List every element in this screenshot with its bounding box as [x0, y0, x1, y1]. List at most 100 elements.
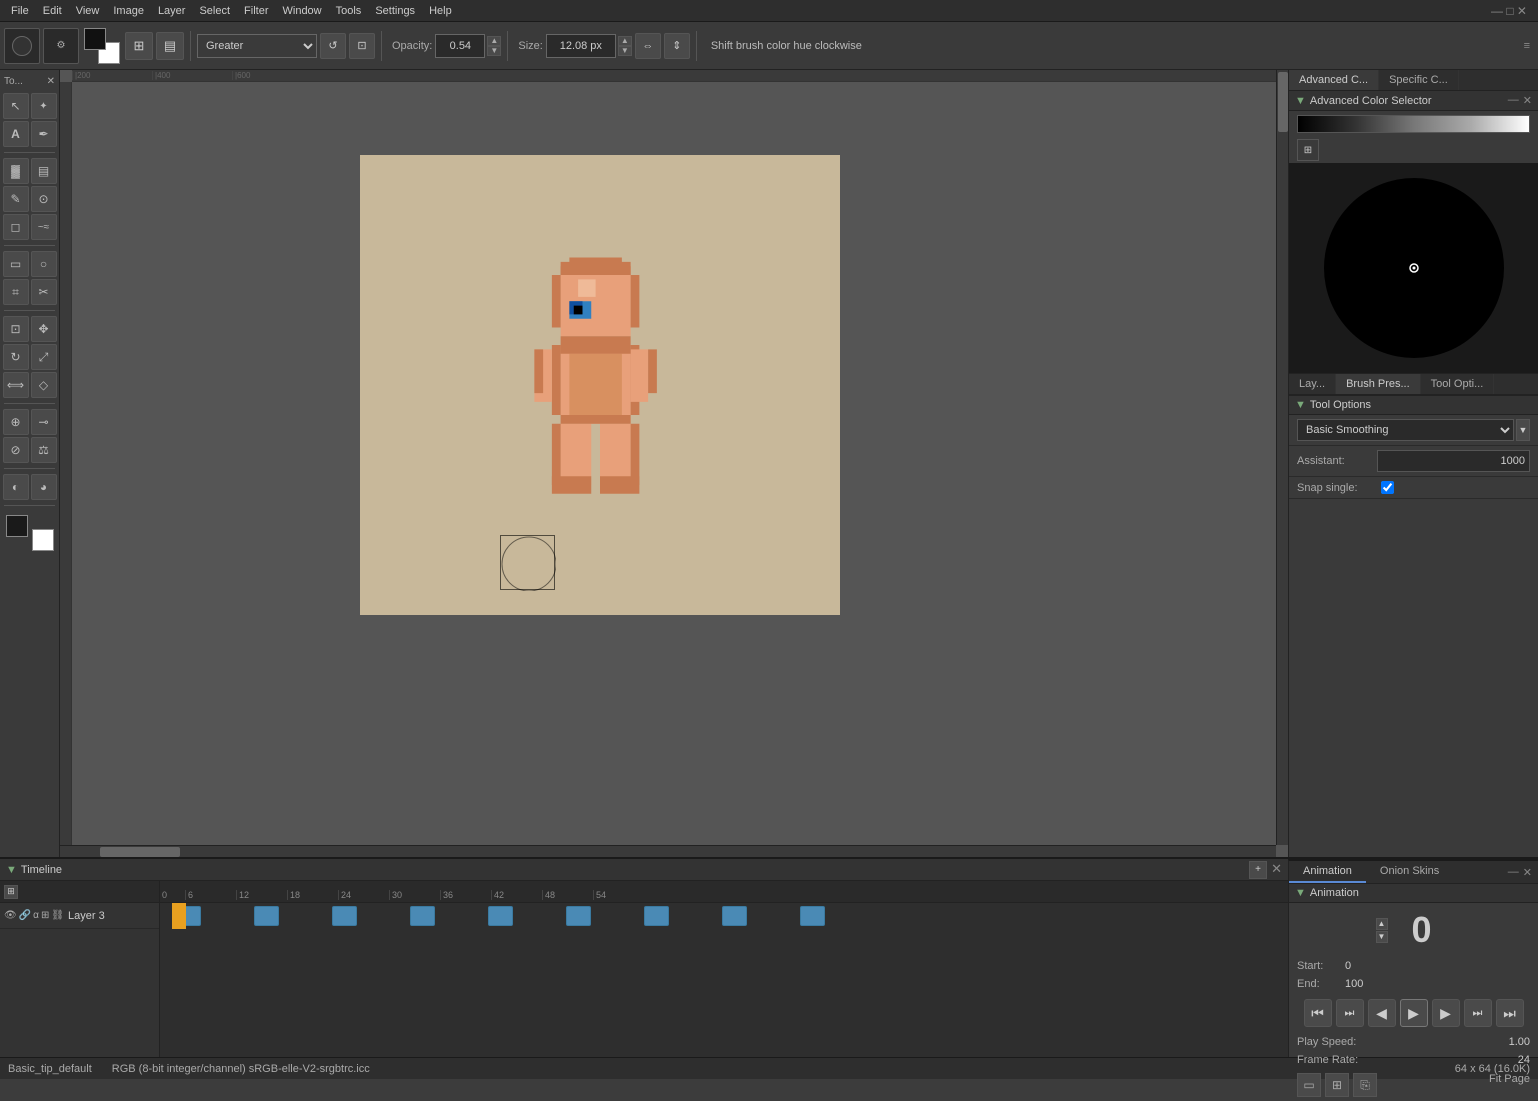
smoothing-select[interactable]: Basic Smoothing No Smoothing Smooth	[1297, 419, 1514, 441]
frame-cell-2[interactable]	[228, 906, 253, 926]
fg-color-swatch[interactable]	[84, 28, 106, 50]
dodge-tool[interactable]: ◐	[3, 474, 29, 500]
crop-tool[interactable]: ⊡	[3, 316, 29, 342]
eraser-tool[interactable]: ◻	[3, 214, 29, 240]
menu-view[interactable]: View	[69, 3, 107, 19]
frame-cell-9[interactable]	[410, 906, 435, 926]
timeline-options-btn[interactable]: ⊞	[4, 885, 18, 899]
scissors-tool[interactable]: ✂	[31, 279, 57, 305]
frame-cell-18[interactable]	[644, 906, 669, 926]
anim-prev-keyframe[interactable]: ⏭	[1336, 999, 1364, 1027]
flip-horizontal-btn[interactable]: ⇔	[635, 33, 661, 59]
timeline-collapse[interactable]: ▼	[6, 864, 17, 876]
gradient-strip[interactable]	[1297, 115, 1530, 133]
frame-cell-17[interactable]	[618, 906, 643, 926]
menu-file[interactable]: File	[4, 3, 36, 19]
path-tool[interactable]: ✒	[31, 121, 57, 147]
h-scroll-thumb[interactable]	[100, 847, 180, 857]
smudge-tool[interactable]: ~≈	[31, 214, 57, 240]
assistant-input[interactable]	[1377, 450, 1530, 472]
frame-cell-7[interactable]	[358, 906, 383, 926]
menu-window[interactable]: Window	[276, 3, 329, 19]
brush-options-btn[interactable]: ⚙	[43, 28, 79, 64]
fg-color[interactable]	[6, 515, 28, 537]
frame-cell-21[interactable]	[722, 906, 747, 926]
tab-specific-color[interactable]: Specific C...	[1379, 70, 1459, 90]
canvas-scrollbar-h[interactable]	[60, 845, 1276, 857]
frame-cell-23[interactable]	[774, 906, 799, 926]
opacity-input[interactable]	[435, 34, 485, 58]
anim-step-fwd[interactable]: ▶	[1432, 999, 1460, 1027]
scale-tool[interactable]: ⤢	[31, 344, 57, 370]
anim-icon-2[interactable]: ⊞	[1325, 1073, 1349, 1097]
frame-cell-3[interactable]	[254, 906, 279, 926]
text-tool[interactable]: A	[3, 121, 29, 147]
collapse-icon[interactable]: ▼	[1295, 95, 1306, 107]
gradient-tool[interactable]: ▤	[31, 158, 57, 184]
tool-opts-collapse[interactable]: ▼	[1295, 399, 1306, 411]
menu-layer[interactable]: Layer	[151, 3, 193, 19]
frame-cell-22[interactable]	[748, 906, 773, 926]
layer-lock[interactable]: 🔗	[19, 910, 31, 921]
tool-options-btn[interactable]: ⊞	[125, 32, 153, 60]
frame-cell-13[interactable]	[514, 906, 539, 926]
frame-cell-6[interactable]	[332, 906, 357, 926]
anim-tab-animation[interactable]: Animation	[1289, 861, 1366, 883]
document-canvas[interactable]	[360, 155, 840, 615]
canvas-area[interactable]: |200 |400 |600	[60, 70, 1288, 857]
anim-icon-3[interactable]: ⎘	[1353, 1073, 1377, 1097]
frame-cell-5[interactable]	[306, 906, 331, 926]
size-up[interactable]: ▲	[618, 36, 632, 46]
timeline-close[interactable]: ✕	[1271, 861, 1282, 879]
tab-brush-presets[interactable]: Brush Pres...	[1336, 374, 1421, 394]
v-scroll-thumb[interactable]	[1278, 72, 1288, 132]
frame-cell-16[interactable]	[592, 906, 617, 926]
size-down[interactable]: ▼	[618, 46, 632, 56]
anim-play[interactable]: ▶	[1400, 999, 1428, 1027]
tab-advanced-color[interactable]: Advanced C...	[1289, 70, 1379, 90]
blend-mode-select[interactable]: Greater Normal Multiply Screen	[197, 34, 317, 58]
menu-tools[interactable]: Tools	[329, 3, 369, 19]
snap-checkbox[interactable]	[1381, 481, 1394, 494]
zoom-tool[interactable]: ⊕	[3, 409, 29, 435]
timeline-add-btn[interactable]: +	[1249, 861, 1267, 879]
anim-tab-onion[interactable]: Onion Skins	[1366, 861, 1453, 883]
free-select-tool[interactable]: ⌗	[3, 279, 29, 305]
layer-options[interactable]: ⊞	[41, 910, 49, 921]
anim-panel-minimize[interactable]: —	[1508, 866, 1519, 878]
tool-settings-btn[interactable]: ▤	[156, 32, 184, 60]
anim-step-back[interactable]: ◀	[1368, 999, 1396, 1027]
opacity-up[interactable]: ▲	[487, 36, 501, 46]
perspective-tool[interactable]: ◇	[31, 372, 57, 398]
frame-cell-8[interactable]	[384, 906, 409, 926]
anim-collapse[interactable]: ▼	[1295, 887, 1306, 899]
anim-panel-close[interactable]: ✕	[1523, 866, 1532, 879]
airbrush-tool[interactable]: ⊙	[31, 186, 57, 212]
frame-cell-20[interactable]	[696, 906, 721, 926]
ellipse-select-tool[interactable]: ○	[31, 251, 57, 277]
frame-cell-12[interactable]	[488, 906, 513, 926]
menu-filter[interactable]: Filter	[237, 3, 275, 19]
current-frame-marker[interactable]	[172, 903, 186, 929]
frame-cell-1[interactable]	[202, 906, 227, 926]
color-mode-icon[interactable]: ⊞	[1297, 139, 1319, 161]
pencil-tool[interactable]: ✎	[3, 186, 29, 212]
lock-btn[interactable]: ⊡	[349, 33, 375, 59]
toolbox-close[interactable]: ✕	[47, 76, 55, 87]
fit-page-btn[interactable]: Fit Page	[1489, 1073, 1530, 1097]
frame-cell-11[interactable]	[462, 906, 487, 926]
layer-visibility[interactable]: 👁	[4, 910, 17, 921]
panel-close[interactable]: ✕	[1523, 94, 1532, 107]
rect-select-tool[interactable]: ▭	[3, 251, 29, 277]
frame-cell-10[interactable]	[436, 906, 461, 926]
brush-indicator[interactable]	[4, 28, 40, 64]
layer-chain[interactable]: ⛓	[51, 910, 64, 921]
size-input[interactable]	[546, 34, 616, 58]
layer-alpha[interactable]: α	[33, 910, 39, 921]
frame-cell-4[interactable]	[280, 906, 305, 926]
menu-help[interactable]: Help	[422, 3, 459, 19]
menu-edit[interactable]: Edit	[36, 3, 69, 19]
menu-settings[interactable]: Settings	[368, 3, 422, 19]
counter-up[interactable]: ▲	[1376, 918, 1388, 930]
counter-down[interactable]: ▼	[1376, 931, 1388, 943]
